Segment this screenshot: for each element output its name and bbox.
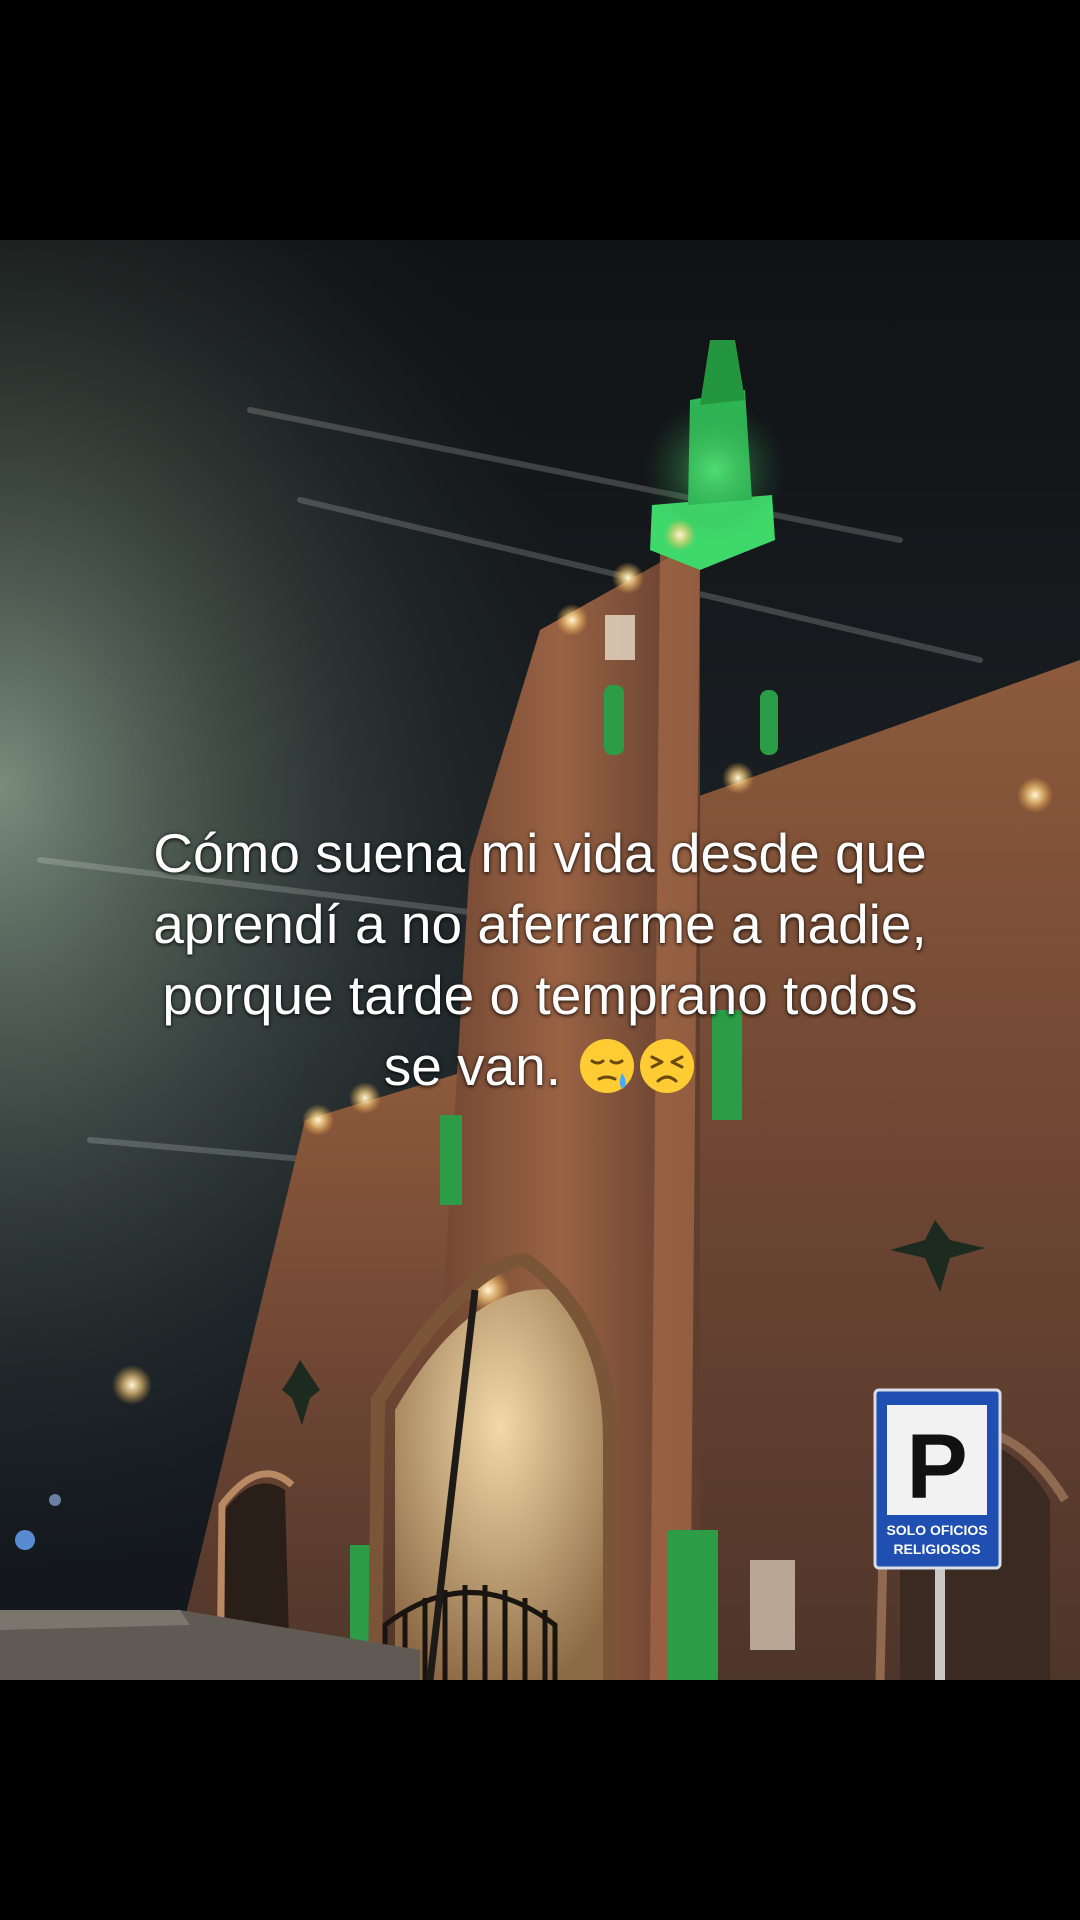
story-caption: Cómo suena mi vida desde que aprendí a n…	[60, 818, 1020, 1102]
caption-line-1: Cómo suena mi vida desde que	[153, 822, 927, 884]
letterbox-bottom	[0, 1680, 1080, 1920]
sleepy-face-icon	[580, 1039, 635, 1093]
caption-line-4-text: se van.	[383, 1035, 562, 1097]
parking-sign-letter: P	[906, 1416, 967, 1518]
story-frame: P SOLO OFICIOS RELIGIOSOS Cómo suena mi …	[0, 0, 1080, 1920]
caption-line-3: porque tarde o temprano todos	[162, 964, 918, 1026]
parking-sign-line1: SOLO OFICIOS	[886, 1522, 987, 1538]
caption-line-2: aprendí a no aferrarme a nadie,	[153, 893, 927, 955]
letterbox-top	[0, 0, 1080, 240]
parking-sign-line2: RELIGIOSOS	[893, 1541, 980, 1557]
caption-line-4: se van.	[60, 1031, 1020, 1102]
persevering-face-icon	[640, 1039, 695, 1093]
